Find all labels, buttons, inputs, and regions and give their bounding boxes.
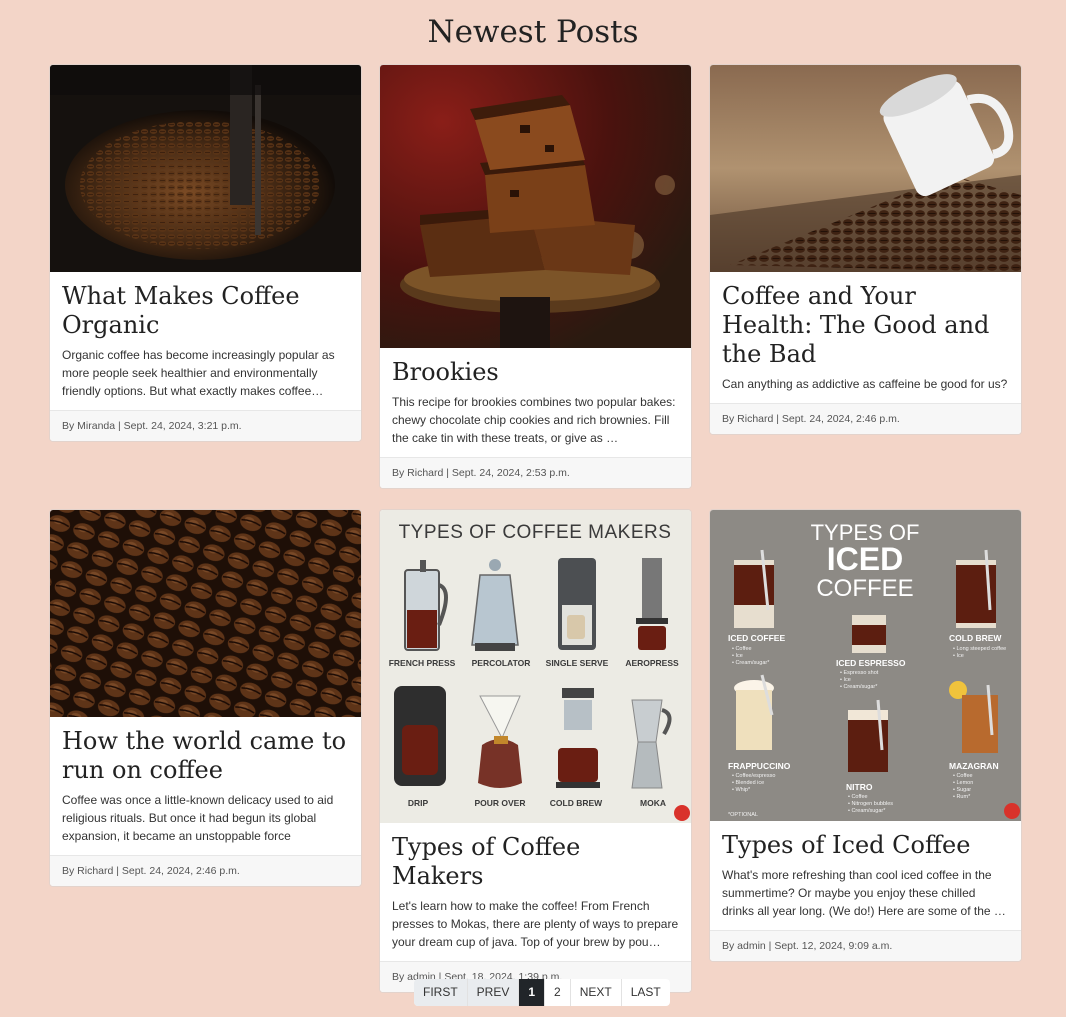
post-title[interactable]: Types of Iced Coffee xyxy=(722,831,1009,860)
post-title[interactable]: How the world came to run on coffee xyxy=(62,727,349,785)
post-card[interactable]: TYPES OF ICED COFFEE ICED COFFEE COLD BR… xyxy=(709,509,1022,962)
post-meta: By admin | Sept. 12, 2024, 9:09 a.m. xyxy=(710,930,1021,961)
cold-brew-item: • Long steeped coffee xyxy=(953,646,1006,652)
label-iced-espresso: ICED ESPRESSO xyxy=(836,658,906,668)
iced-coffee-glass-icon xyxy=(734,549,774,628)
post-image-coffee-roaster[interactable] xyxy=(50,65,361,272)
frappuccino-item: • Coffee/espresso xyxy=(732,773,775,779)
label-moka: MOKA xyxy=(640,798,666,808)
post-image-cup-and-beans[interactable] xyxy=(710,65,1021,272)
mazagran-item: • Coffee xyxy=(953,773,973,779)
label-drip: DRIP xyxy=(408,798,429,808)
nitro-item: • Cream/sugar* xyxy=(848,808,886,814)
label-mazagran: MAZAGRAN xyxy=(949,761,999,771)
nitro-glass-icon xyxy=(848,699,888,772)
post-card[interactable]: How the world came to run on coffee Coff… xyxy=(49,509,362,887)
post-image-iced-coffee-infographic[interactable]: TYPES OF ICED COFFEE ICED COFFEE COLD BR… xyxy=(710,510,1021,821)
post-card[interactable]: What Makes Coffee Organic Organic coffee… xyxy=(49,64,362,442)
french-press-icon xyxy=(404,560,448,651)
label-cold-brew: COLD BREW xyxy=(949,633,1002,643)
pagination-next[interactable]: NEXT xyxy=(571,979,622,1006)
iced-espresso-item: • Ice xyxy=(840,677,851,683)
post-title[interactable]: Brookies xyxy=(392,358,679,387)
post-title[interactable]: What Makes Coffee Organic xyxy=(62,282,349,340)
post-card[interactable]: Coffee and Your Health: The Good and the… xyxy=(709,64,1022,435)
post-image-brookies[interactable] xyxy=(380,65,691,348)
infographic-heading-line2: ICED xyxy=(827,541,903,577)
frappuccino-item: • Blended ice xyxy=(732,780,764,786)
iced-coffee-item: • Cream/sugar* xyxy=(732,660,770,666)
page-title: Newest Posts xyxy=(427,14,639,50)
post-title[interactable]: Coffee and Your Health: The Good and the… xyxy=(722,282,1009,369)
brand-badge-icon xyxy=(674,805,690,821)
pagination-page-current[interactable]: 1 xyxy=(519,979,546,1006)
post-excerpt: Organic coffee has become increasingly p… xyxy=(62,348,335,398)
iced-espresso-item: • Espresso shot xyxy=(840,670,879,676)
label-iced-coffee: ICED COFFEE xyxy=(728,633,785,643)
post-meta: By Miranda | Sept. 24, 2024, 3:21 p.m. xyxy=(50,410,361,441)
infographic-heading-line3: COFFEE xyxy=(816,575,913,602)
post-meta: By Richard | Sept. 24, 2024, 2:46 p.m. xyxy=(710,403,1021,434)
label-french-press: FRENCH PRESS xyxy=(389,658,456,668)
mazagran-item: • Lemon xyxy=(953,780,973,786)
frappuccino-glass-icon xyxy=(734,674,774,750)
label-frappuccino: FRAPPUCCINO xyxy=(728,761,791,771)
pagination: FIRST PREV 1 2 NEXT LAST xyxy=(414,979,670,1006)
brand-badge-icon xyxy=(1004,803,1020,819)
nitro-item: • Coffee xyxy=(848,794,868,800)
infographic-heading: TYPES OF COFFEE MAKERS xyxy=(399,522,672,543)
iced-coffee-item: • Ice xyxy=(732,653,743,659)
pagination-last[interactable]: LAST xyxy=(622,979,670,1006)
post-meta: By Richard | Sept. 24, 2024, 2:46 p.m. xyxy=(50,855,361,886)
iced-coffee-item: • Coffee xyxy=(732,646,752,652)
post-title[interactable]: Types of Coffee Makers xyxy=(392,833,679,891)
post-card[interactable]: Brookies This recipe for brookies combin… xyxy=(379,64,692,489)
frappuccino-item: • Whip* xyxy=(732,787,751,793)
post-excerpt: This recipe for brookies combines two po… xyxy=(392,395,676,445)
iced-espresso-glass-icon xyxy=(852,615,886,653)
cold-brew-item: • Ice xyxy=(953,653,964,659)
post-excerpt: Let's learn how to make the coffee! From… xyxy=(392,899,679,949)
label-pour-over: POUR OVER xyxy=(474,798,525,808)
post-meta: By Richard | Sept. 24, 2024, 2:53 p.m. xyxy=(380,457,691,488)
pagination-first[interactable]: FIRST xyxy=(414,979,468,1006)
infographic-footnote: *OPTIONAL xyxy=(728,812,758,818)
label-single-serve: SINGLE SERVE xyxy=(546,658,609,668)
label-aeropress: AEROPRESS xyxy=(625,658,679,668)
pagination-page-2[interactable]: 2 xyxy=(545,979,571,1006)
pagination-prev[interactable]: PREV xyxy=(467,979,520,1006)
nitro-item: • Nitrogen bubbles xyxy=(848,801,893,807)
drip-icon xyxy=(394,686,446,786)
post-image-coffee-makers-infographic[interactable]: TYPES OF COFFEE MAKERS FRENCH PRESS PERC… xyxy=(380,510,691,823)
label-percolator: PERCOLATOR xyxy=(472,658,531,668)
post-card[interactable]: TYPES OF COFFEE MAKERS FRENCH PRESS PERC… xyxy=(379,509,692,993)
post-excerpt: Can anything as addictive as caffeine be… xyxy=(722,377,1008,391)
mazagran-item: • Sugar xyxy=(953,787,971,793)
post-excerpt: What's more refreshing than cool iced co… xyxy=(722,868,1006,918)
label-cold-brew: COLD BREW xyxy=(550,798,603,808)
post-image-coffee-beans[interactable] xyxy=(50,510,361,717)
post-excerpt: Coffee was once a little-known delicacy … xyxy=(62,793,334,843)
iced-espresso-item: • Cream/sugar* xyxy=(840,684,878,690)
single-serve-icon xyxy=(558,558,596,650)
mazagran-item: • Rum* xyxy=(953,794,971,800)
label-nitro: NITRO xyxy=(846,782,873,792)
cold-brew-glass-icon xyxy=(956,549,996,628)
